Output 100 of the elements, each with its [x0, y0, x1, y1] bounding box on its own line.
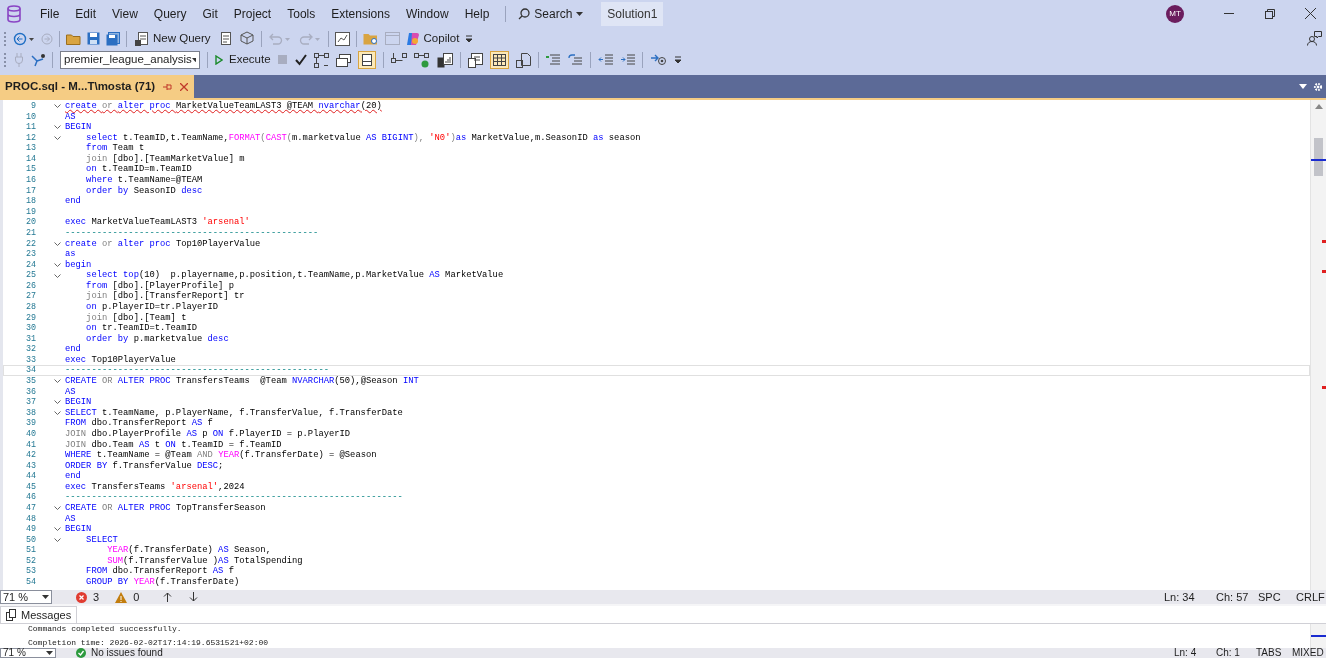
line-ending-status[interactable]: CRLF: [1296, 588, 1326, 606]
collapse-chevron-icon[interactable]: [54, 379, 61, 384]
code-line: exec Top10PlayerValue: [65, 354, 176, 366]
collapse-chevron-icon[interactable]: [54, 136, 61, 140]
collapse-chevron-icon[interactable]: [54, 527, 61, 532]
collapse-chevron-icon[interactable]: [54, 411, 61, 416]
scroll-thumb[interactable]: [1314, 138, 1323, 176]
menu-item[interactable]: Query: [145, 4, 195, 23]
document-tab[interactable]: PROC.sql - M...T\mosta (71): [0, 75, 195, 98]
spacing-status[interactable]: TABS: [1256, 648, 1292, 658]
line-number: 23: [24, 249, 36, 260]
settings-icon[interactable]: [1313, 81, 1323, 92]
menu-item[interactable]: Help: [456, 4, 498, 23]
scroll-up-icon[interactable]: [1315, 104, 1323, 109]
vertical-scrollbar[interactable]: [1310, 100, 1326, 590]
close-icon[interactable]: [1305, 8, 1316, 19]
windows-icon[interactable]: [335, 53, 351, 67]
code-line: SUM(f.TransferValue )AS TotalSpending: [106, 555, 303, 566]
results-pane-toggle-icon[interactable]: [357, 51, 376, 69]
line-ending-status[interactable]: MIXED: [1292, 648, 1326, 658]
warning-count[interactable]: 0: [115, 588, 140, 606]
collapse-chevron-icon[interactable]: [54, 400, 61, 405]
code-line: ----------------------------------------------------------------: [65, 492, 403, 503]
solution-name: Solution1: [601, 1, 664, 26]
line-number: 48: [24, 513, 36, 525]
vertical-scrollbar[interactable]: [1310, 624, 1326, 648]
line-number: 42: [24, 450, 36, 461]
collapse-chevron-icon[interactable]: [54, 125, 61, 130]
search-icon: [518, 7, 531, 20]
back-icon[interactable]: [13, 31, 35, 46]
open-folder-icon[interactable]: [66, 32, 81, 45]
specify-values-icon[interactable]: [649, 53, 667, 67]
menu-item[interactable]: Extensions: [323, 4, 398, 23]
zoom-dropdown[interactable]: 71 %: [0, 648, 56, 658]
spacing-status[interactable]: SPC: [1258, 588, 1296, 606]
cube-icon[interactable]: [238, 31, 255, 46]
issues-status[interactable]: No issues found: [76, 648, 163, 658]
search-button[interactable]: Search: [514, 4, 588, 23]
feedback-person-icon[interactable]: [1307, 31, 1322, 46]
live-stats-icon[interactable]: [413, 52, 430, 68]
line-number: 39: [24, 418, 36, 429]
copilot-button[interactable]: Copilot: [405, 29, 460, 48]
line-number: 41: [24, 439, 36, 451]
save-all-icon[interactable]: [106, 31, 120, 46]
checkmark-icon[interactable]: [294, 54, 307, 66]
user-avatar[interactable]: MT: [1166, 4, 1184, 23]
messages-tab[interactable]: Messages: [0, 606, 78, 623]
collapse-chevron-icon[interactable]: [54, 538, 61, 542]
collapse-chevron-icon[interactable]: [54, 262, 61, 267]
code-line: order by p.marketvalue desc: [85, 333, 229, 345]
collapse-chevron-icon[interactable]: [54, 506, 61, 511]
query-plan-icon[interactable]: [313, 52, 329, 68]
menu-item[interactable]: View: [104, 4, 146, 23]
dropdown-caret-icon[interactable]: [1299, 84, 1307, 89]
code-line: join [dbo].[TransferReport] tr: [85, 291, 245, 302]
folder-search-icon[interactable]: [362, 31, 379, 46]
chart-window-icon[interactable]: [334, 31, 350, 46]
menu-item[interactable]: File: [32, 4, 68, 23]
zoom-dropdown[interactable]: 71 %: [0, 590, 52, 604]
menu-item[interactable]: Edit: [67, 4, 105, 23]
error-count[interactable]: 3: [76, 588, 100, 606]
restore-icon[interactable]: [1265, 8, 1275, 19]
results-to-grid-icon[interactable]: [489, 51, 509, 69]
menu-item[interactable]: Git: [194, 4, 226, 23]
connection-icon[interactable]: [31, 53, 45, 67]
line-number: 43: [24, 460, 36, 472]
pin-icon[interactable]: [163, 82, 173, 91]
overflow-icon[interactable]: [465, 34, 474, 43]
code-line: join [dbo].[TeamMarketValue] m: [85, 153, 245, 165]
code-line: FROM dbo.TransferReport AS f: [65, 418, 213, 429]
code-line: FROM dbo.TransferReport AS f: [85, 566, 234, 577]
messages-icon: [6, 609, 16, 621]
menu-item[interactable]: Window: [397, 4, 457, 23]
collapse-chevron-icon[interactable]: [54, 241, 61, 246]
up-arrow-icon[interactable]: [163, 592, 173, 602]
results-to-text-icon[interactable]: [467, 52, 483, 68]
query-file-icon[interactable]: [218, 31, 233, 46]
line-number: 15: [24, 164, 36, 176]
menu-item[interactable]: Tools: [279, 4, 324, 23]
line-number: 14: [24, 153, 36, 165]
line-number: 50: [24, 534, 36, 546]
collapse-chevron-icon[interactable]: [54, 104, 61, 109]
save-icon[interactable]: [87, 32, 100, 45]
execute-button[interactable]: Execute: [215, 51, 271, 69]
results-to-file-icon[interactable]: [515, 52, 531, 68]
database-dropdown[interactable]: premier_league_analysis: [60, 51, 200, 69]
code-line: from [dbo].[PlayerProfile] p: [85, 280, 234, 291]
collapse-chevron-icon[interactable]: [54, 273, 61, 278]
line-number: 46: [24, 492, 36, 503]
new-query-button[interactable]: New Query: [133, 29, 213, 48]
minimize-icon[interactable]: [1224, 12, 1234, 15]
line-number: 32: [24, 344, 36, 355]
menu-item[interactable]: Project: [225, 4, 280, 23]
code-line: begin: [65, 259, 92, 270]
line-number: 38: [24, 407, 36, 419]
caret-icon: [42, 595, 49, 599]
line-number: 44: [24, 471, 36, 482]
overflow-icon[interactable]: [673, 56, 682, 64]
client-stats-icon[interactable]: [436, 52, 453, 68]
down-arrow-icon[interactable]: [189, 592, 199, 602]
